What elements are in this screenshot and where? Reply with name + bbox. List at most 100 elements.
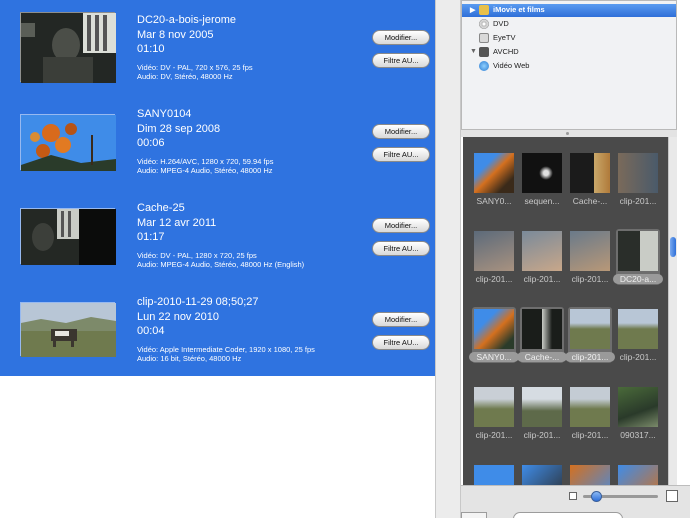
clip-title: clip-2010-11-29 08;50;27	[137, 296, 259, 308]
grid-item[interactable]: clip-201...	[520, 385, 564, 441]
zoom-in-icon[interactable]	[666, 490, 678, 502]
source-item-imovie[interactable]: ▶ iMovie et films	[462, 4, 676, 17]
grid-thumbnail[interactable]	[522, 153, 562, 193]
panel-splitter[interactable]	[461, 130, 677, 137]
grid-thumbnail[interactable]	[618, 387, 658, 427]
source-item-dvd[interactable]: DVD	[462, 18, 676, 31]
clip-date: Lun 22 nov 2010	[137, 311, 219, 323]
clip-thumbnail[interactable]	[20, 302, 116, 357]
grid-item[interactable]: 090317...	[616, 385, 660, 441]
zoom-out-icon[interactable]	[569, 492, 577, 500]
grid-thumbnail[interactable]	[570, 309, 610, 349]
grid-item[interactable]: sequen...	[520, 151, 564, 207]
clip-row[interactable]: SANY0104 Dim 28 sep 2008 00:06 Vidéo: H.…	[0, 94, 435, 188]
grid-item[interactable]: clip-201...	[520, 229, 564, 285]
grid-item[interactable]: clip-201...	[616, 307, 660, 363]
grid-item[interactable]	[616, 463, 660, 485]
grid-item[interactable]: clip-201...	[472, 229, 516, 285]
grid-thumbnail[interactable]	[474, 153, 514, 193]
audio-filter-button[interactable]: Filtre AU...	[372, 335, 430, 350]
clip-thumbnail[interactable]	[20, 12, 116, 83]
clip-thumbnail[interactable]	[20, 114, 116, 171]
source-item-eyetv[interactable]: EyeTV	[462, 32, 676, 45]
grid-item[interactable]	[568, 463, 612, 485]
grid-item[interactable]	[472, 463, 516, 485]
splitter-grip-icon	[566, 132, 569, 135]
grid-thumbnail[interactable]	[474, 309, 514, 349]
grid-item-label: clip-201...	[571, 430, 609, 440]
source-item-avchd[interactable]: ▼ AVCHD	[462, 46, 676, 59]
grid-thumbnail[interactable]	[618, 465, 658, 485]
source-label: AVCHD	[493, 47, 519, 56]
media-sources-list: ▶ iMovie et films DVD EyeTV ▼ AVCHD Vidé…	[461, 0, 677, 130]
grid-scrollbar[interactable]	[668, 137, 677, 485]
clip-video-info: Vidéo: H.264/AVC, 1280 x 720, 59.94 fps	[137, 157, 274, 166]
grid-thumbnail[interactable]	[522, 387, 562, 427]
grid-item[interactable]	[520, 463, 564, 485]
grid-thumbnail[interactable]	[522, 309, 562, 349]
grid-thumbnail[interactable]	[570, 465, 610, 485]
audio-filter-button[interactable]: Filtre AU...	[372, 147, 430, 162]
grid-item-label: clip-201...	[565, 352, 615, 362]
source-label: EyeTV	[493, 33, 516, 42]
modify-button[interactable]: Modifier...	[372, 30, 430, 45]
modify-button[interactable]: Modifier...	[372, 124, 430, 139]
audio-filter-button[interactable]: Filtre AU...	[372, 53, 430, 68]
pane-divider[interactable]	[435, 0, 461, 518]
grid-item-label: clip-201...	[523, 430, 561, 440]
clip-row[interactable]: DC20-a-bois-jerome Mar 8 nov 2005 01:10 …	[0, 0, 435, 94]
clip-list: DC20-a-bois-jerome Mar 8 nov 2005 01:10 …	[0, 0, 435, 376]
grid-item-label: clip-201...	[475, 430, 513, 440]
grid-item-selected[interactable]: SANY0...	[469, 307, 519, 363]
grid-item-label: clip-201...	[619, 352, 657, 362]
grid-thumbnail[interactable]	[570, 387, 610, 427]
dvd-icon	[479, 19, 489, 29]
grid-thumbnail[interactable]	[618, 153, 658, 193]
scrollbar-thumb[interactable]	[670, 237, 676, 257]
grid-item[interactable]: Cache-...	[568, 151, 612, 207]
grid-thumbnail[interactable]	[618, 309, 658, 349]
grid-item[interactable]: SANY0...	[472, 151, 516, 207]
camera-icon	[479, 47, 489, 57]
grid-thumbnail[interactable]	[522, 231, 562, 271]
grid-thumbnail[interactable]	[474, 387, 514, 427]
grid-thumbnail[interactable]	[618, 231, 658, 271]
clip-audio-info: Audio: MPEG-4 Audio, Stéréo, 48000 Hz (E…	[137, 260, 305, 269]
grid-thumbnail[interactable]	[522, 465, 562, 485]
disclosure-triangle-icon[interactable]: ▼	[470, 48, 477, 55]
grid-item-selected[interactable]: Cache-...	[517, 307, 567, 363]
grid-item[interactable]: clip-201...	[472, 385, 516, 441]
grid-item-label: Cache-...	[572, 196, 608, 206]
clip-row[interactable]: Cache-25 Mar 12 avr 2011 01:17 Vidéo: DV…	[0, 188, 435, 282]
clip-video-info: Vidéo: DV - PAL, 720 x 576, 25 fps	[137, 63, 253, 72]
clip-row[interactable]: clip-2010-11-29 08;50;27 Lun 22 nov 2010…	[0, 282, 435, 376]
audio-filter-button[interactable]: Filtre AU...	[372, 241, 430, 256]
grid-item[interactable]: clip-201...	[616, 151, 660, 207]
clip-video-info: Vidéo: DV - PAL, 1280 x 720, 25 fps	[137, 251, 257, 260]
grid-item-label: sequen...	[524, 196, 560, 206]
disclosure-triangle-icon[interactable]: ▶	[470, 6, 475, 14]
modify-button[interactable]: Modifier...	[372, 218, 430, 233]
eyetv-icon	[479, 33, 489, 43]
clip-title: DC20-a-bois-jerome	[137, 14, 237, 26]
grid-thumbnail[interactable]	[570, 231, 610, 271]
media-browser-window: DC20-a-bois-jerome Mar 8 nov 2005 01:10 …	[0, 0, 690, 518]
grid-item[interactable]: clip-201...	[568, 385, 612, 441]
view-button[interactable]	[461, 512, 487, 518]
clip-title: Cache-25	[137, 202, 185, 214]
grid-item[interactable]: clip-201...	[568, 229, 612, 285]
grid-thumbnail[interactable]	[474, 231, 514, 271]
clip-duration: 00:04	[137, 325, 165, 337]
clip-duration: 01:10	[137, 43, 165, 55]
source-label: Vidéo Web	[493, 61, 530, 70]
source-item-web-video[interactable]: Vidéo Web	[462, 60, 676, 73]
clip-thumbnail[interactable]	[20, 208, 116, 265]
grid-thumbnail[interactable]	[570, 153, 610, 193]
zoom-slider-knob[interactable]	[591, 491, 602, 502]
grid-item-selected[interactable]: clip-201...	[565, 307, 615, 363]
search-field[interactable]	[513, 512, 623, 518]
grid-item-selected[interactable]: DC20-a...	[613, 229, 663, 285]
clip-audio-info: Audio: DV, Stéréo, 48000 Hz	[137, 72, 233, 81]
modify-button[interactable]: Modifier...	[372, 312, 430, 327]
grid-thumbnail[interactable]	[474, 465, 514, 485]
